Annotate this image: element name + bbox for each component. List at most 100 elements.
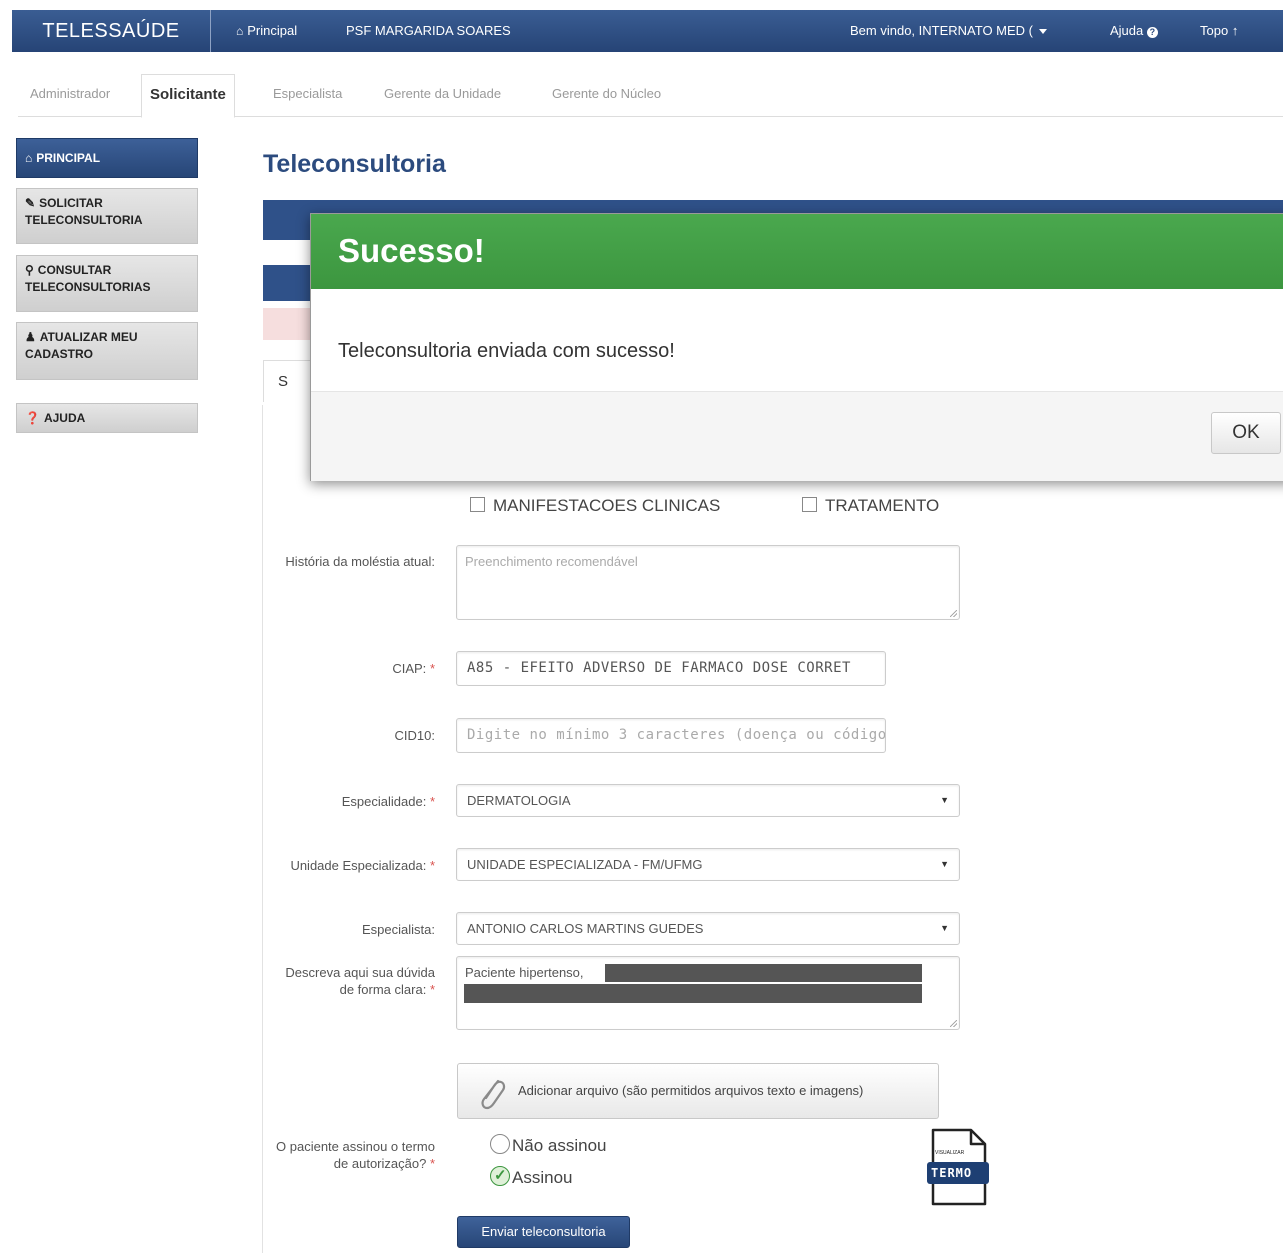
redaction-block — [464, 984, 922, 1003]
chevron-down-icon — [1039, 29, 1047, 35]
termo-label-text: O paciente assinou o termo de autorizaçã… — [276, 1139, 435, 1171]
sidebar-item-solicitar[interactable]: ✎ SOLICITAR TELECONSULTORIA — [16, 188, 198, 244]
historia-placeholder: Preenchimento recomendável — [465, 554, 638, 569]
top-link[interactable]: Topo ↑ — [1200, 10, 1238, 52]
success-modal: Sucesso! Teleconsultoria enviada com suc… — [310, 213, 1283, 481]
top-label: Topo — [1200, 23, 1229, 38]
modal-title: Sucesso! — [338, 232, 485, 269]
required-mark: * — [429, 794, 435, 809]
historia-label: História da moléstia atual: — [285, 554, 435, 569]
modal-message: Teleconsultoria enviada com sucesso! — [338, 340, 675, 362]
alert-stub — [263, 308, 311, 340]
cid10-label: CID10: — [394, 728, 435, 743]
tab-solicitante[interactable]: Solicitante — [141, 74, 235, 118]
content-divider — [262, 405, 263, 1253]
sidebar-item-label: ATUALIZAR MEU CADASTRO — [25, 330, 138, 361]
brand-logo[interactable]: TELESSAÚDE — [12, 10, 211, 52]
duvida-label-text: Descreva aqui sua dúvida de forma clara: — [285, 965, 435, 997]
termo-icon-title: TERMO — [931, 1166, 973, 1180]
role-tabs: Administrador Solicitante Especialista G… — [18, 74, 1283, 118]
radio-nao-assinou[interactable]: Não assinou — [490, 1134, 607, 1156]
especialidade-label: Especialidade: * — [270, 793, 435, 810]
edit-icon: ✎ — [25, 196, 36, 210]
required-mark: * — [429, 661, 435, 676]
checkbox-box[interactable] — [802, 497, 817, 512]
especialista-value: ANTONIO CARLOS MARTINS GUEDES — [467, 921, 704, 936]
sidebar-item-consultar[interactable]: ⚲ CONSULTAR TELECONSULTORIAS — [16, 255, 198, 312]
view-termo-icon[interactable]: VISUALIZAR TERMO — [927, 1128, 989, 1206]
duvida-value: Paciente hipertenso, — [465, 965, 584, 980]
panel-header-stub — [263, 265, 311, 301]
arrow-up-icon: ↑ — [1231, 23, 1239, 38]
user-icon: ♟ — [25, 330, 36, 344]
search-icon: ⚲ — [25, 263, 34, 277]
sidebar-item-label: PRINCIPAL — [36, 151, 101, 165]
tab-gerente-nucleo[interactable]: Gerente do Núcleo — [552, 74, 661, 115]
caret-down-icon: ▼ — [940, 923, 949, 933]
unidade-value: UNIDADE ESPECIALIZADA - FM/UFMG — [467, 857, 703, 872]
modal-footer: OK — [311, 391, 1283, 481]
nav-unit-link[interactable]: PSF MARGARIDA SOARES — [346, 10, 511, 52]
historia-textarea[interactable]: Preenchimento recomendável — [456, 545, 960, 620]
sidebar-item-label: AJUDA — [43, 411, 86, 425]
send-teleconsultoria-button[interactable]: Enviar teleconsultoria — [457, 1216, 630, 1248]
question-circle-icon: ? — [1146, 27, 1158, 38]
sidebar-item-label: SOLICITAR TELECONSULTORIA — [25, 196, 143, 227]
cid10-input[interactable]: Digite no mínimo 3 caracteres (doença ou… — [456, 718, 886, 753]
tab-especialista[interactable]: Especialista — [273, 74, 342, 115]
modal-header: Sucesso! — [311, 214, 1283, 289]
radio-assinou[interactable]: Assinou — [490, 1166, 572, 1188]
radio-circle-checked[interactable] — [490, 1166, 510, 1186]
attach-file-button[interactable]: Adicionar arquivo (são permitidos arquiv… — [457, 1063, 939, 1119]
top-navbar: TELESSAÚDE ⌂ Principal PSF MARGARIDA SOAR… — [12, 10, 1283, 52]
nav-principal-link[interactable]: ⌂ Principal — [236, 10, 297, 52]
sidebar-item-ajuda[interactable]: ❓ AJUDA — [16, 403, 198, 433]
sidebar-item-principal[interactable]: ⌂ PRINCIPAL — [16, 138, 198, 178]
especialidade-label-text: Especialidade: — [341, 794, 427, 809]
home-icon: ⌂ — [25, 151, 33, 165]
especialidade-value: DERMATOLOGIA — [467, 793, 571, 808]
duvida-label: Descreva aqui sua dúvida de forma clara:… — [270, 964, 435, 998]
especialista-label: Especialista: — [362, 922, 435, 937]
required-mark: * — [429, 858, 435, 873]
page-title: Teleconsultoria — [263, 150, 446, 178]
unidade-select[interactable]: UNIDADE ESPECIALIZADA - FM/UFMG ▼ — [456, 848, 960, 881]
question-circle-icon: ❓ — [25, 411, 40, 425]
required-mark: * — [429, 982, 435, 997]
termo-icon-caption: VISUALIZAR — [935, 1150, 965, 1156]
checkbox-label: TRATAMENTO — [825, 496, 940, 515]
ciap-label: CIAP: * — [270, 660, 435, 677]
caret-down-icon: ▼ — [940, 795, 949, 805]
caret-down-icon: ▼ — [940, 859, 949, 869]
attach-file-label: Adicionar arquivo (são permitidos arquiv… — [518, 1083, 864, 1098]
form-tab[interactable]: S — [263, 360, 311, 402]
sidebar-item-atualizar[interactable]: ♟ ATUALIZAR MEU CADASTRO — [16, 322, 198, 380]
ok-button[interactable]: OK — [1211, 412, 1281, 454]
tab-administrador[interactable]: Administrador — [30, 74, 110, 115]
welcome-text: Bem vindo, INTERNATO MED ( — [850, 23, 1033, 38]
especialista-select[interactable]: ANTONIO CARLOS MARTINS GUEDES ▼ — [456, 912, 960, 945]
unidade-label: Unidade Especializada: * — [262, 857, 435, 874]
redaction-block — [605, 964, 922, 982]
user-menu-dropdown[interactable]: Bem vindo, INTERNATO MED ( — [850, 10, 1047, 52]
radio-label: Assinou — [512, 1168, 573, 1187]
resize-grip-icon[interactable] — [950, 1020, 957, 1027]
help-link[interactable]: Ajuda ? — [1110, 10, 1158, 52]
paperclip-icon — [481, 1079, 506, 1110]
termo-label: O paciente assinou o termo de autorizaçã… — [265, 1138, 435, 1172]
home-icon: ⌂ — [236, 24, 244, 38]
checkbox-manifestacoes[interactable]: MANIFESTACOES CLINICAS — [470, 496, 720, 516]
checkbox-box[interactable] — [470, 497, 485, 512]
radio-label: Não assinou — [512, 1136, 607, 1155]
required-mark: * — [429, 1156, 435, 1171]
checkbox-tratamento[interactable]: TRATAMENTO — [802, 496, 939, 516]
unidade-label-text: Unidade Especializada: — [290, 858, 427, 873]
ciap-label-text: CIAP: — [392, 661, 427, 676]
checkbox-label: MANIFESTACOES CLINICAS — [493, 496, 721, 515]
ciap-input[interactable]: A85 - EFEITO ADVERSO DE FARMACO DOSE COR… — [456, 651, 886, 686]
radio-circle[interactable] — [490, 1134, 510, 1154]
sidebar-item-label: CONSULTAR TELECONSULTORIAS — [25, 263, 151, 294]
tab-gerente-unidade[interactable]: Gerente da Unidade — [384, 74, 501, 115]
resize-grip-icon[interactable] — [950, 610, 957, 617]
especialidade-select[interactable]: DERMATOLOGIA ▼ — [456, 784, 960, 817]
